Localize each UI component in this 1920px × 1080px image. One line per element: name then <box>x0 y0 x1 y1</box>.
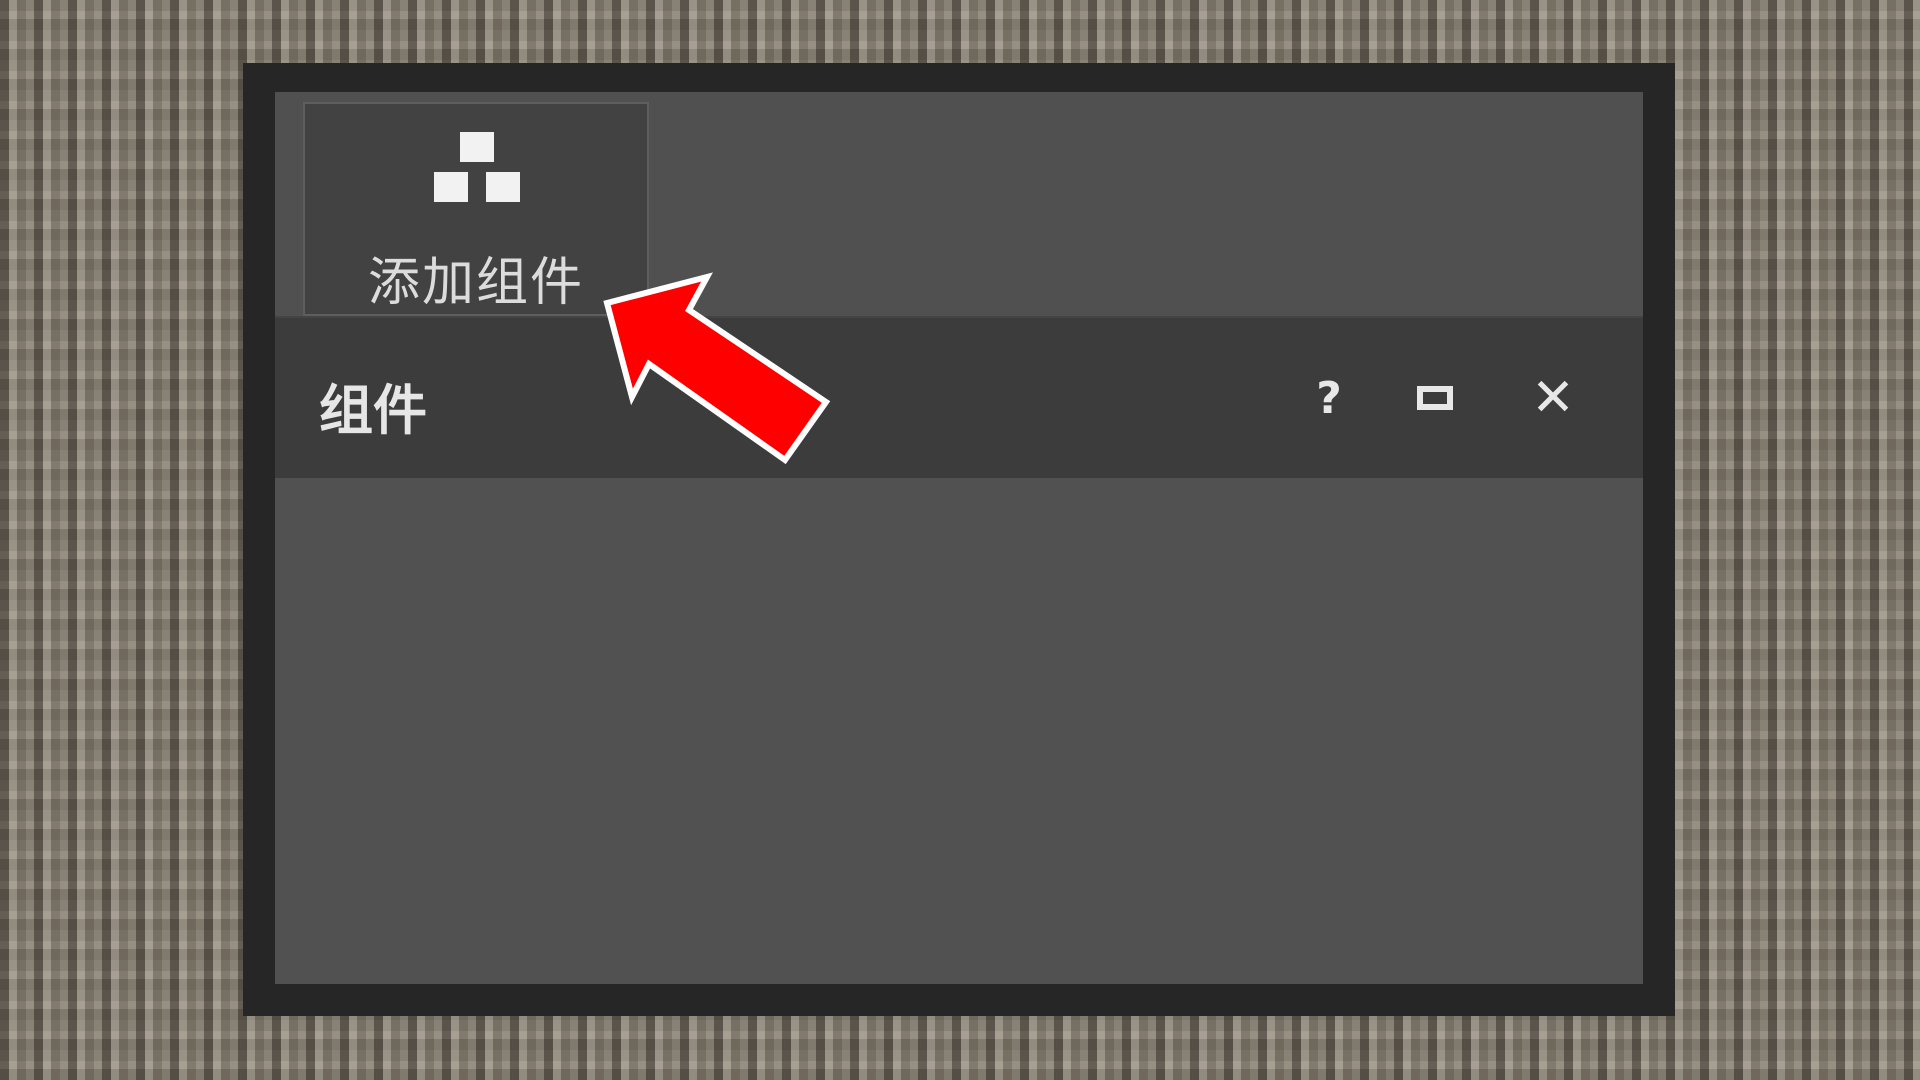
component-window: 添加组件 组件 ? ✕ <box>275 92 1643 984</box>
maximize-icon <box>1417 386 1453 410</box>
window-frame: 添加组件 组件 ? ✕ <box>243 63 1675 1016</box>
add-component-icon <box>434 132 520 204</box>
panel-header: 组件 ? ✕ <box>275 318 1643 478</box>
help-button[interactable]: ? <box>1289 358 1369 438</box>
close-button[interactable]: ✕ <box>1513 358 1593 438</box>
panel-content <box>275 478 1643 984</box>
toolbar: 添加组件 <box>275 92 1643 318</box>
red-arrow-icon <box>603 272 831 465</box>
panel-title: 组件 <box>319 379 427 442</box>
maximize-button[interactable] <box>1395 358 1475 438</box>
